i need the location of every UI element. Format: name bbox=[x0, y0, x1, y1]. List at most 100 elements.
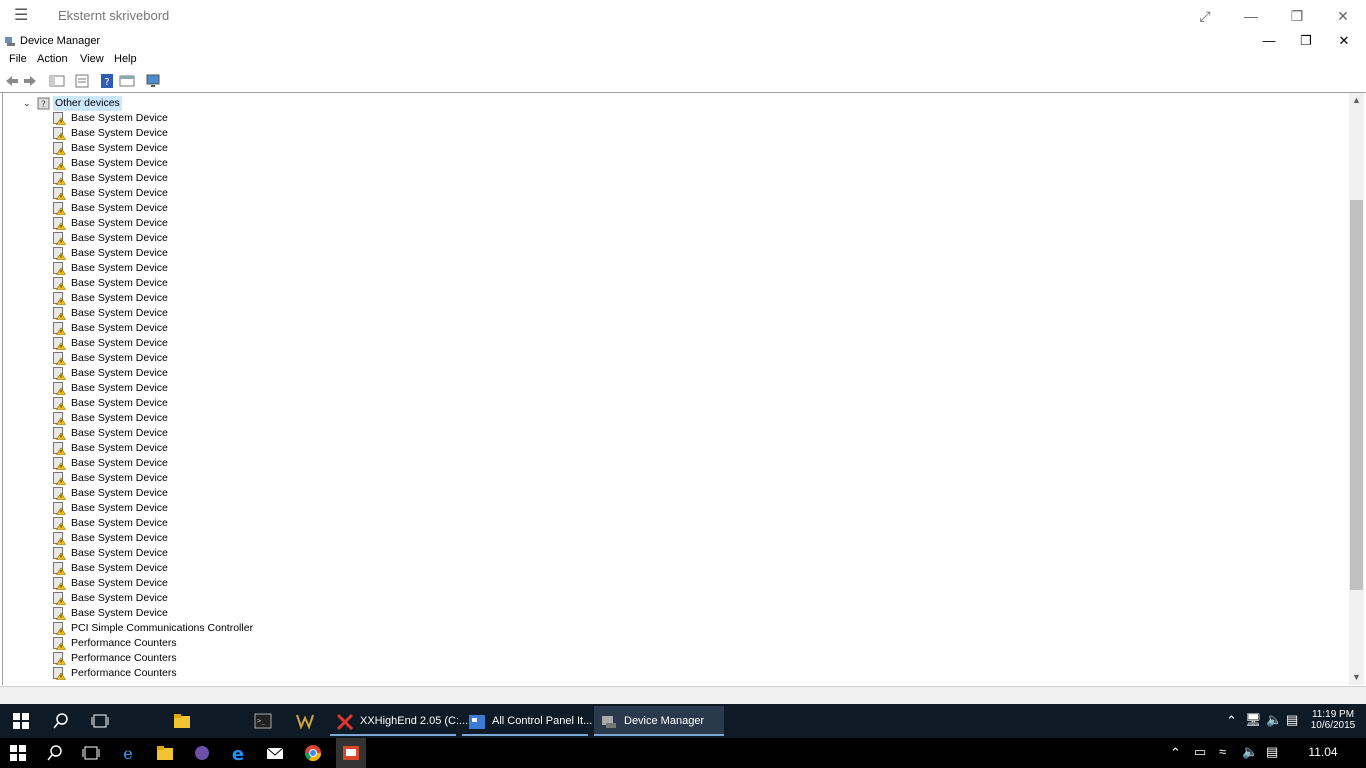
device-warning-icon bbox=[53, 457, 66, 470]
device-manager-icon bbox=[5, 37, 15, 46]
chrome-icon[interactable] bbox=[304, 744, 322, 762]
device-warning-icon bbox=[53, 547, 66, 560]
tree-item-label: Base System Device bbox=[71, 202, 168, 214]
chevron-up-icon[interactable]: ⌃ bbox=[1226, 713, 1237, 729]
back-arrow-icon[interactable] bbox=[4, 73, 20, 89]
device-warning-icon bbox=[53, 442, 66, 455]
menu-view[interactable]: View bbox=[80, 53, 104, 65]
device-warning-icon bbox=[53, 112, 66, 125]
close-button[interactable]: ✕ bbox=[1332, 6, 1354, 26]
device-warning-icon bbox=[53, 412, 66, 425]
task-control-panel[interactable]: All Control Panel It... bbox=[462, 706, 592, 736]
battery-icon[interactable]: ▭ bbox=[1194, 744, 1206, 760]
device-warning-icon bbox=[53, 502, 66, 515]
view-panel-icon[interactable] bbox=[119, 73, 135, 89]
tree-item-label: Base System Device bbox=[71, 232, 168, 244]
tree-item-label: Base System Device bbox=[71, 457, 168, 469]
vertical-scrollbar[interactable]: ▲ ▼ bbox=[1349, 93, 1364, 685]
svg-text:e: e bbox=[123, 744, 132, 762]
task-label: XXHighEnd 2.05 (C:... bbox=[360, 715, 469, 727]
internet-explorer-icon[interactable]: e bbox=[119, 744, 137, 762]
device-warning-icon bbox=[53, 247, 66, 260]
other-devices-icon: ? bbox=[37, 97, 50, 110]
device-warning-icon bbox=[53, 562, 66, 575]
task-underline bbox=[594, 734, 724, 736]
help-icon[interactable]: ? bbox=[99, 73, 115, 89]
tree-item-label: Base System Device bbox=[71, 562, 168, 574]
tree-item-label: Base System Device bbox=[71, 487, 168, 499]
scrollbar-thumb[interactable] bbox=[1350, 200, 1363, 590]
monitor-icon[interactable] bbox=[145, 73, 161, 89]
fullscreen-icon[interactable]: ⤢ bbox=[1194, 6, 1216, 26]
remote-desktop-task[interactable] bbox=[336, 738, 366, 768]
menu-file[interactable]: File bbox=[9, 53, 27, 65]
tree-item-label: Base System Device bbox=[71, 247, 168, 259]
device-warning-icon bbox=[53, 637, 66, 650]
toolbar: ? bbox=[0, 70, 1366, 93]
file-explorer-icon[interactable] bbox=[173, 712, 191, 730]
command-prompt-icon[interactable]: >_ bbox=[254, 712, 272, 730]
task-label: All Control Panel It... bbox=[492, 715, 593, 727]
chevron-down-icon[interactable]: ⌄ bbox=[23, 96, 31, 111]
tree-item-label: Base System Device bbox=[71, 307, 168, 319]
device-warning-icon bbox=[53, 337, 66, 350]
task-view-icon[interactable] bbox=[91, 712, 109, 730]
minimize-button[interactable]: — bbox=[1240, 6, 1262, 26]
task-view-icon[interactable] bbox=[82, 744, 100, 762]
windows-start-icon[interactable] bbox=[9, 744, 27, 762]
tree-item-label: Performance Counters bbox=[71, 652, 177, 664]
tree-item-label: Base System Device bbox=[71, 142, 168, 154]
restore-button[interactable]: ❐ bbox=[1286, 6, 1308, 26]
scroll-down-icon[interactable]: ▼ bbox=[1349, 670, 1364, 685]
inner-clock[interactable]: 11:19 PM 10/6/2015 bbox=[1310, 709, 1356, 731]
forward-arrow-icon[interactable] bbox=[22, 73, 38, 89]
menu-action[interactable]: Action bbox=[37, 53, 68, 65]
app-circle-icon[interactable] bbox=[193, 744, 211, 762]
task-label: Device Manager bbox=[624, 715, 705, 727]
scroll-up-icon[interactable]: ▲ bbox=[1349, 93, 1364, 108]
volume-muted-icon[interactable]: 🔈 bbox=[1242, 744, 1258, 760]
svg-text:?: ? bbox=[104, 77, 109, 88]
menu-bar: File Action View Help bbox=[0, 51, 1366, 69]
file-explorer-icon[interactable] bbox=[156, 744, 174, 762]
task-underline bbox=[462, 734, 588, 736]
task-device-manager[interactable]: Device Manager bbox=[594, 706, 724, 736]
task-xxhighend[interactable]: XXHighEnd 2.05 (C:... bbox=[330, 706, 468, 736]
tree-item-label: Base System Device bbox=[71, 547, 168, 559]
window-restore-button[interactable]: ❐ bbox=[1291, 32, 1321, 50]
search-icon[interactable] bbox=[52, 712, 70, 730]
app-w-icon[interactable] bbox=[296, 712, 314, 730]
hamburger-menu-icon[interactable]: ☰ bbox=[14, 8, 30, 24]
show-hide-console-icon[interactable] bbox=[49, 73, 65, 89]
network-error-icon[interactable]: 🖥 bbox=[1245, 712, 1262, 728]
device-warning-icon bbox=[53, 577, 66, 590]
device-warning-icon bbox=[53, 367, 66, 380]
menu-help[interactable]: Help bbox=[114, 53, 137, 65]
edge-icon[interactable]: e bbox=[229, 744, 247, 762]
windows-start-icon[interactable] bbox=[12, 712, 30, 730]
local-clock[interactable]: 11.04 bbox=[1300, 745, 1346, 759]
properties-icon[interactable] bbox=[74, 73, 90, 89]
remote-taskbar: >_ XXHighEnd 2.05 (C:... All Control Pan… bbox=[0, 704, 1366, 738]
device-warning-icon bbox=[53, 187, 66, 200]
tree-item-label: Base System Device bbox=[71, 112, 168, 124]
device-warning-icon bbox=[53, 262, 66, 275]
search-icon[interactable] bbox=[46, 744, 64, 762]
local-taskbar: e e ⌃ ▭ ≈ 🔈 ▤ 11.04 bbox=[0, 738, 1366, 768]
mail-icon[interactable] bbox=[266, 744, 284, 762]
window-minimize-button[interactable]: — bbox=[1254, 32, 1284, 50]
volume-muted-icon[interactable]: 🔈 bbox=[1266, 712, 1282, 728]
tree-item-label: Base System Device bbox=[71, 337, 168, 349]
notification-icon[interactable]: ▤ bbox=[1286, 712, 1298, 728]
remote-desktop-icon bbox=[343, 746, 359, 760]
notification-icon[interactable]: ▤ bbox=[1266, 744, 1278, 760]
tree-item-label: Base System Device bbox=[71, 217, 168, 229]
tree-item-label: Base System Device bbox=[71, 382, 168, 394]
device-warning-icon bbox=[53, 652, 66, 665]
window-close-button[interactable]: ✕ bbox=[1329, 32, 1359, 50]
wifi-icon[interactable]: ≈ bbox=[1219, 744, 1226, 759]
tree-item-label: Base System Device bbox=[71, 607, 168, 619]
device-warning-icon bbox=[53, 622, 66, 635]
device-warning-icon bbox=[53, 487, 66, 500]
chevron-up-icon[interactable]: ⌃ bbox=[1170, 745, 1181, 761]
